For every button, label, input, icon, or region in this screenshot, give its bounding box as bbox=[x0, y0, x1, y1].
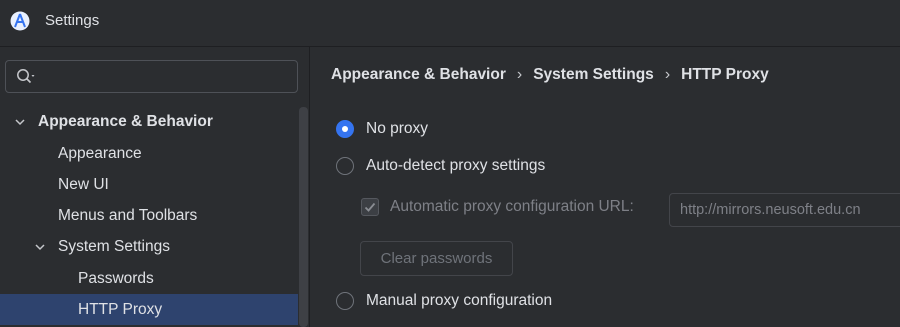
sidebar-item-menus-toolbars[interactable]: Menus and Toolbars bbox=[0, 200, 298, 231]
sidebar-item-label: New UI bbox=[58, 175, 109, 193]
sidebar-item-label: HTTP Proxy bbox=[78, 300, 163, 318]
settings-sidebar: Appearance & Behavior Appearance New UI … bbox=[0, 47, 310, 327]
sidebar-item-http-proxy[interactable]: HTTP Proxy bbox=[0, 294, 298, 325]
sidebar-item-new-ui[interactable]: New UI bbox=[0, 169, 298, 200]
sidebar-scrollbar[interactable] bbox=[299, 107, 308, 327]
breadcrumb-item: HTTP Proxy bbox=[681, 66, 769, 83]
settings-content: Appearance & Behavior › System Settings … bbox=[310, 47, 900, 327]
auto-config-label: Automatic proxy configuration URL: bbox=[390, 198, 634, 215]
chevron-right-icon: › bbox=[516, 66, 523, 83]
sidebar-item-appearance-behavior[interactable]: Appearance & Behavior bbox=[0, 106, 298, 137]
breadcrumb-item[interactable]: Appearance & Behavior bbox=[331, 66, 506, 84]
chevron-down-icon[interactable] bbox=[34, 241, 46, 253]
no-proxy-label: No proxy bbox=[366, 120, 429, 137]
breadcrumb: Appearance & Behavior › System Settings … bbox=[331, 66, 769, 84]
auto-config-checkbox-row[interactable]: Automatic proxy configuration URL: bbox=[361, 198, 634, 216]
window-title: Settings bbox=[45, 12, 100, 29]
search-icon bbox=[17, 69, 35, 84]
sidebar-item-passwords[interactable]: Passwords bbox=[0, 263, 298, 294]
sidebar-item-system-settings[interactable]: System Settings bbox=[0, 231, 298, 262]
sidebar-item-appearance[interactable]: Appearance bbox=[0, 138, 298, 169]
android-studio-icon bbox=[10, 11, 30, 31]
sidebar-item-label: Menus and Toolbars bbox=[58, 206, 198, 224]
manual-proxy-label: Manual proxy configuration bbox=[366, 292, 553, 309]
manual-proxy-option[interactable]: Manual proxy configuration bbox=[336, 292, 552, 310]
title-bar: Settings bbox=[0, 0, 900, 47]
auto-config-url-field[interactable]: http://mirrors.neusoft.edu.cn bbox=[669, 193, 900, 227]
clear-passwords-button[interactable]: Clear passwords bbox=[360, 241, 513, 276]
checkmark-icon bbox=[364, 202, 376, 212]
sidebar-item-label: System Settings bbox=[58, 237, 170, 255]
breadcrumb-item[interactable]: System Settings bbox=[533, 66, 654, 84]
auto-detect-label: Auto-detect proxy settings bbox=[366, 157, 546, 174]
chevron-right-icon: › bbox=[664, 66, 671, 83]
sidebar-item-label: Appearance & Behavior bbox=[38, 112, 213, 130]
no-proxy-option[interactable]: No proxy bbox=[336, 120, 428, 138]
radio-button[interactable] bbox=[336, 292, 354, 310]
sidebar-item-label: Passwords bbox=[78, 269, 154, 287]
auto-detect-option[interactable]: Auto-detect proxy settings bbox=[336, 157, 545, 175]
sidebar-item-label: Appearance bbox=[58, 144, 142, 162]
radio-button[interactable] bbox=[336, 120, 354, 138]
radio-button[interactable] bbox=[336, 157, 354, 175]
auto-config-checkbox[interactable] bbox=[361, 198, 379, 216]
chevron-down-icon[interactable] bbox=[14, 116, 26, 128]
search-box[interactable] bbox=[5, 60, 298, 94]
search-input[interactable] bbox=[44, 61, 298, 94]
